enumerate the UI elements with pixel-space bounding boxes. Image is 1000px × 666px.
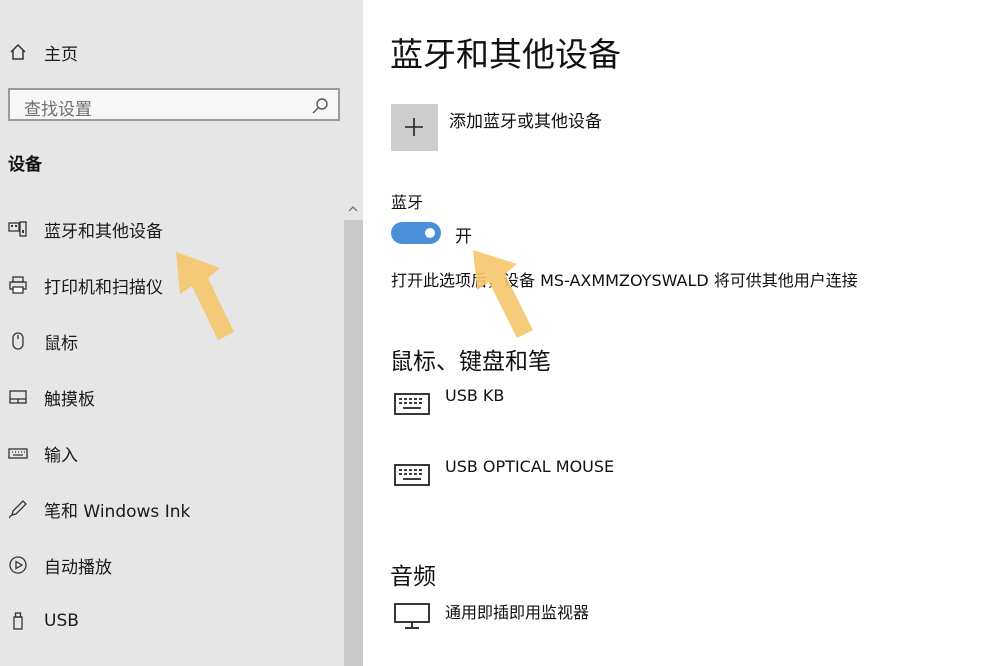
sidebar-item-label: 笔和 Windows Ink <box>44 501 191 522</box>
sidebar-item-label: 自动播放 <box>44 557 112 578</box>
keyboard-icon <box>393 461 431 489</box>
section-title: 设备 <box>8 155 42 175</box>
sidebar: 主页 查找设置 设备 蓝牙和其他设备 打印机和扫描仪 鼠标 触摸板 输入 笔和 … <box>0 0 363 666</box>
sidebar-item-autoplay[interactable]: 自动播放 <box>8 550 112 580</box>
annotation-arrow-icon <box>176 252 234 340</box>
monitor-icon <box>393 602 431 630</box>
sidebar-scrollbar[interactable] <box>344 196 363 666</box>
sidebar-item-label: 触摸板 <box>44 389 95 410</box>
sidebar-item-bluetooth[interactable]: 蓝牙和其他设备 <box>8 214 163 244</box>
device-name[interactable]: 通用即插即用监视器 <box>445 599 589 623</box>
sidebar-item-printers[interactable]: 打印机和扫描仪 <box>8 270 163 300</box>
search-input[interactable]: 查找设置 <box>8 88 340 121</box>
sidebar-item-pen[interactable]: 笔和 Windows Ink <box>8 494 190 524</box>
search-icon <box>310 96 330 116</box>
audio-section-title: 音频 <box>390 564 436 590</box>
usb-icon <box>8 611 28 631</box>
sidebar-item-label: 输入 <box>44 445 78 466</box>
keyboard-icon <box>393 390 431 418</box>
sidebar-item-usb[interactable]: USB <box>8 606 79 636</box>
mouse-icon <box>8 331 28 351</box>
device-name[interactable]: USB KB <box>445 386 504 405</box>
sidebar-item-label: 主页 <box>44 44 78 65</box>
toggle-knob <box>425 228 435 238</box>
sidebar-item-touchpad[interactable]: 触摸板 <box>8 382 95 412</box>
bluetooth-devices-icon <box>8 219 28 239</box>
add-device-button[interactable] <box>391 104 438 151</box>
device-name[interactable]: USB OPTICAL MOUSE <box>445 457 614 476</box>
annotation-arrow-icon <box>473 250 533 338</box>
home-icon <box>8 42 28 62</box>
plus-icon <box>405 118 423 136</box>
bluetooth-toggle[interactable] <box>391 222 441 244</box>
input-section-title: 鼠标、键盘和笔 <box>390 349 551 375</box>
sidebar-item-label: 鼠标 <box>44 333 78 354</box>
keyboard-icon <box>8 443 28 463</box>
main-content: 蓝牙和其他设备 添加蓝牙或其他设备 蓝牙 开 打开此选项后，设备 MS-AXMM… <box>363 0 1000 666</box>
bluetooth-label: 蓝牙 <box>391 193 424 212</box>
scrollbar-track[interactable] <box>344 220 363 666</box>
sidebar-item-typing[interactable]: 输入 <box>8 438 78 468</box>
sidebar-item-label: 打印机和扫描仪 <box>44 277 163 298</box>
sidebar-item-label: USB <box>44 611 79 631</box>
sidebar-item-label: 蓝牙和其他设备 <box>44 221 163 242</box>
chevron-up-icon[interactable] <box>347 200 359 212</box>
pen-icon <box>8 499 28 519</box>
sidebar-item-home[interactable]: 主页 <box>8 38 78 66</box>
autoplay-icon <box>8 555 28 575</box>
sidebar-item-mouse[interactable]: 鼠标 <box>8 326 78 356</box>
page-title: 蓝牙和其他设备 <box>390 35 621 74</box>
printer-icon <box>8 275 28 295</box>
search-placeholder: 查找设置 <box>24 100 92 120</box>
add-device-label[interactable]: 添加蓝牙或其他设备 <box>449 107 602 132</box>
toggle-state-label: 开 <box>455 227 472 247</box>
touchpad-icon <box>8 387 28 407</box>
